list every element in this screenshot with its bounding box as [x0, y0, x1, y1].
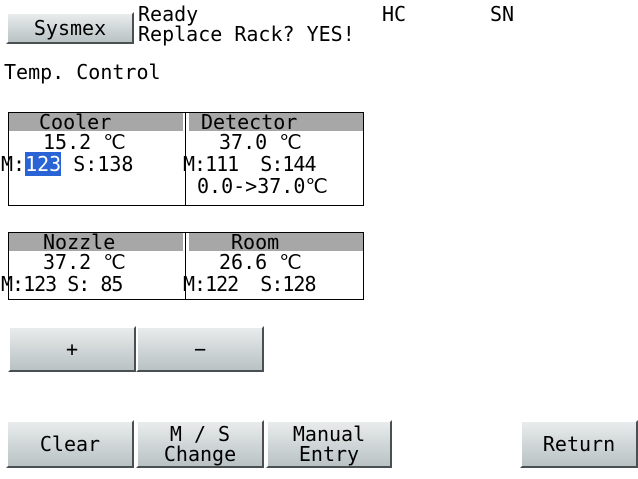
- manual-entry-button[interactable]: Manual Entry: [266, 420, 392, 468]
- sn-indicator: SN: [490, 2, 515, 26]
- detector-title: Detector: [201, 110, 298, 134]
- cooler-detector-panel: Cooler 15.2 ℃ M:123 S:138 Detector 37.0 …: [1, 110, 364, 206]
- manual-entry-line2: Entry: [298, 442, 360, 466]
- clear-button[interactable]: Clear: [6, 420, 134, 468]
- nozzle-room-panel: Nozzle 37.2 ℃ M:123 S: 85 Room 26.6 ℃ M:…: [1, 230, 364, 300]
- minus-label: −: [193, 337, 207, 361]
- detector-ms: M:111 S:144: [183, 152, 316, 176]
- detector-range: 0.0->37.0℃: [197, 174, 328, 198]
- plus-label: +: [65, 337, 79, 361]
- sysmex-logo-button[interactable]: Sysmex: [6, 12, 134, 44]
- cooler-title: Cooler: [39, 110, 112, 134]
- nozzle-title: Nozzle: [43, 230, 116, 254]
- clear-label: Clear: [39, 432, 101, 456]
- message-text: Replace Rack? YES!: [138, 22, 355, 46]
- return-button[interactable]: Return: [520, 420, 638, 468]
- sysmex-logo-label: Sysmex: [33, 16, 107, 40]
- nozzle-temp: 37.2 ℃: [43, 250, 126, 274]
- ms-change-line1: M / S: [169, 422, 231, 446]
- detector-temp: 37.0 ℃: [219, 130, 302, 154]
- hc-indicator: HC: [382, 2, 407, 26]
- status-text: Ready: [138, 2, 199, 26]
- room-title: Room: [231, 230, 280, 254]
- cooler-ms: M:123 S:138: [1, 152, 134, 176]
- return-label: Return: [542, 432, 616, 456]
- decrement-button[interactable]: −: [136, 326, 264, 372]
- cooler-m-value[interactable]: 123: [25, 152, 62, 176]
- manual-entry-line1: Manual: [292, 422, 366, 446]
- page-title: Temp. Control: [4, 60, 161, 84]
- cooler-s-value: S:138: [61, 152, 134, 176]
- cooler-temp: 15.2 ℃: [43, 130, 126, 154]
- ms-change-button[interactable]: M / S Change: [136, 420, 264, 468]
- ms-change-line2: Change: [163, 442, 237, 466]
- nozzle-ms: M:123 S: 85: [1, 272, 123, 296]
- room-temp: 26.6 ℃: [219, 250, 302, 274]
- increment-button[interactable]: +: [8, 326, 136, 372]
- room-ms: M:122 S:128: [183, 272, 316, 296]
- cooler-m-prefix: M:: [1, 152, 26, 176]
